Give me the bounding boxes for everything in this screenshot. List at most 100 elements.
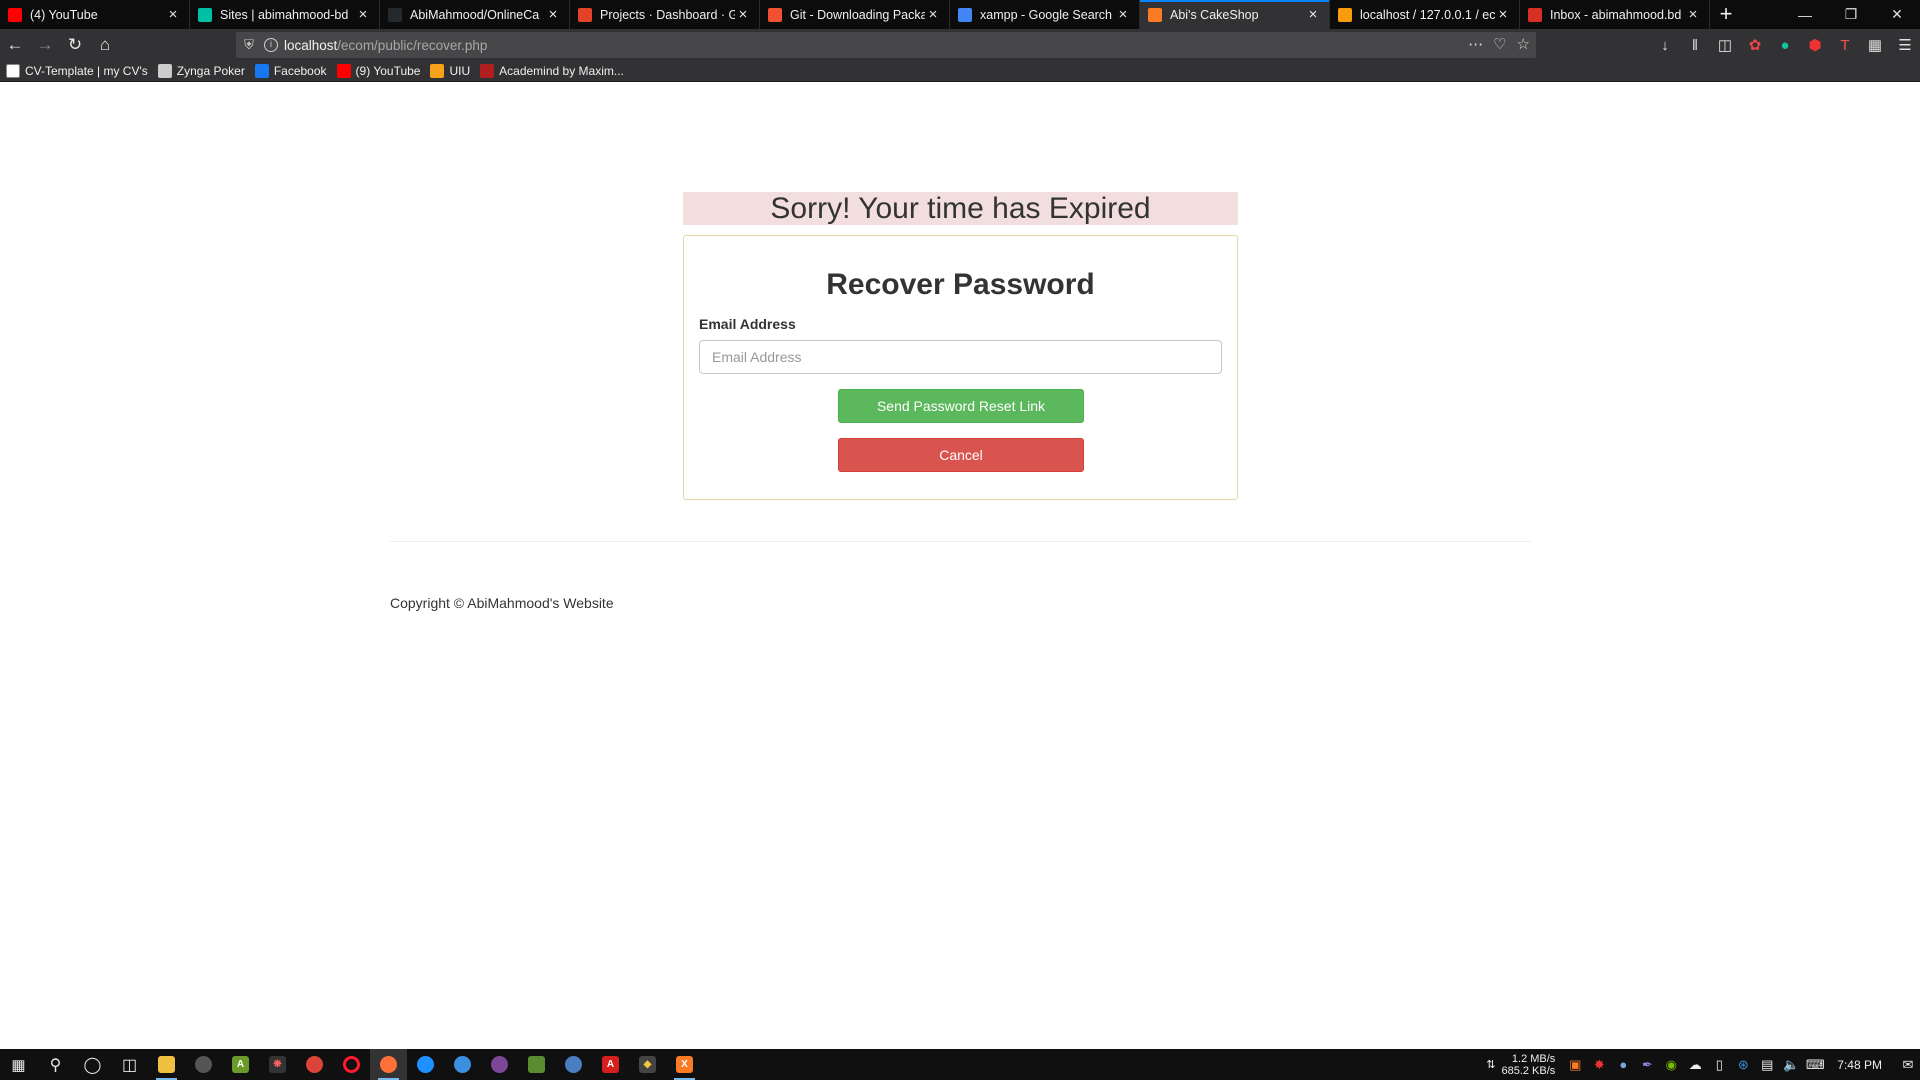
chrome-icon[interactable] <box>296 1049 333 1080</box>
translate-icon[interactable]: T <box>1830 32 1860 58</box>
close-tab-icon[interactable]: × <box>1685 6 1701 23</box>
pocket-icon[interactable]: ♡ <box>1493 35 1506 53</box>
opera-icon[interactable] <box>333 1049 370 1080</box>
git-app-icon[interactable]: ◆ <box>629 1049 666 1080</box>
search-icon[interactable]: ⚲ <box>37 1049 74 1080</box>
keyboard-tray-icon[interactable]: ⌨ <box>1803 1049 1827 1080</box>
close-window-icon[interactable]: ✕ <box>1874 0 1920 29</box>
cancel-button[interactable]: Cancel <box>838 438 1084 472</box>
reload-icon[interactable]: ↻ <box>60 31 90 59</box>
close-tab-icon[interactable]: × <box>165 6 181 23</box>
cortana-icon[interactable]: ◯ <box>74 1049 111 1080</box>
page-title: Recover Password <box>826 268 1095 301</box>
email-field[interactable] <box>699 340 1222 374</box>
minimize-icon[interactable]: — <box>1782 0 1828 29</box>
nvidia-tray-icon[interactable]: ◉ <box>1659 1049 1683 1080</box>
usb-tray-icon[interactable]: ▯ <box>1707 1049 1731 1080</box>
adblock-icon[interactable]: ⬢ <box>1800 32 1830 58</box>
tor-icon[interactable] <box>481 1049 518 1080</box>
firefox-icon[interactable] <box>370 1049 407 1080</box>
bookmark-item[interactable]: CV-Template | my CV's <box>6 64 148 78</box>
virus-tray-icon[interactable]: ✸ <box>1587 1049 1611 1080</box>
bookmark-item[interactable]: Academind by Maxim... <box>480 64 624 78</box>
email-label: Email Address <box>699 316 796 332</box>
pen-tray-icon[interactable]: ✒ <box>1635 1049 1659 1080</box>
back-icon[interactable]: ← <box>0 31 30 59</box>
close-tab-icon[interactable]: × <box>355 6 371 23</box>
acrobat-icon[interactable]: A <box>592 1049 629 1080</box>
browser-tab[interactable]: AbiMahmood/OnlineCa × <box>380 0 570 29</box>
bookmark-item[interactable]: Facebook <box>254 64 327 78</box>
task-view-icon[interactable]: ◫ <box>111 1049 148 1080</box>
taskbar: ▦ ⚲ ◯ ◫ A ❋ A ◆ X ⇅ 1.2 MB/s 685.2 KB/s … <box>0 1049 1920 1080</box>
grammarly-icon[interactable]: ● <box>1770 32 1800 58</box>
bookmark-item[interactable]: Zynga Poker <box>157 64 245 78</box>
footer-divider <box>390 541 1531 542</box>
tracking-shield-icon[interactable]: ⛨ <box>236 37 262 53</box>
browser-tab[interactable]: (4) YouTube × <box>0 0 190 29</box>
browser-tab[interactable]: Abi's CakeShop × <box>1140 0 1330 29</box>
extension-icon[interactable]: ✿ <box>1740 32 1770 58</box>
cloud-tray-icon[interactable]: ☁ <box>1683 1049 1707 1080</box>
start-windows-icon[interactable]: ▦ <box>0 1049 37 1080</box>
bluetooth-tray-icon[interactable]: ⊛ <box>1731 1049 1755 1080</box>
globe-icon <box>157 64 172 78</box>
browser-icon[interactable] <box>444 1049 481 1080</box>
phpmyadmin-icon <box>1338 7 1352 22</box>
menu-icon[interactable]: ☰ <box>1890 32 1920 58</box>
tab-title: localhost / 127.0.0.1 / ec <box>1360 7 1495 22</box>
new-tab-button[interactable]: + <box>1710 0 1742 29</box>
forward-icon[interactable]: → <box>30 31 60 59</box>
bookmarks-bar: CV-Template | my CV's Zynga Poker Facebook… <box>0 61 1920 82</box>
tab-title: Sites | abimahmood-bd <box>220 7 349 22</box>
globe-app-icon[interactable] <box>555 1049 592 1080</box>
volume-tray-icon[interactable]: 🔈 <box>1779 1049 1803 1080</box>
xampp-app-icon[interactable]: X <box>666 1049 703 1080</box>
edge-icon[interactable] <box>407 1049 444 1080</box>
address-bar[interactable]: ⛨ i localhost/ecom/public/recover.php ⋯ … <box>236 32 1536 58</box>
sidebar-icon[interactable]: ◫ <box>1710 32 1740 58</box>
xampp-tray-icon[interactable]: ▣ <box>1563 1049 1587 1080</box>
extensions-grid-icon[interactable]: ▦ <box>1860 32 1890 58</box>
url-path: /ecom/public/recover.php <box>337 37 488 53</box>
bookmark-label: UIU <box>449 64 471 78</box>
close-tab-icon[interactable]: × <box>1495 6 1511 23</box>
navigation-toolbar: ← → ↻ ⌂ ⛨ i localhost/ecom/public/recove… <box>0 29 1920 61</box>
bookmark-item[interactable]: UIU <box>430 64 470 78</box>
close-tab-icon[interactable]: × <box>925 6 941 23</box>
network-tray-icon[interactable]: ▤ <box>1755 1049 1779 1080</box>
download-speed: 1.2 MB/s <box>1511 1052 1556 1065</box>
browser-tab[interactable]: Inbox - abimahmood.bd × <box>1520 0 1710 29</box>
minecraft-icon[interactable] <box>518 1049 555 1080</box>
browser-tab[interactable]: Sites | abimahmood-bd × <box>190 0 380 29</box>
upload-speed: 685.2 KB/s <box>1501 1064 1556 1077</box>
clock[interactable]: 7:48 PM <box>1837 1058 1882 1072</box>
home-icon[interactable]: ⌂ <box>90 31 120 59</box>
restore-icon[interactable]: ❐ <box>1828 0 1874 29</box>
tab-title: Git - Downloading Packa <box>790 7 925 22</box>
davinci-icon[interactable]: ❋ <box>259 1049 296 1080</box>
browser-tab[interactable]: xampp - Google Search × <box>950 0 1140 29</box>
tray-app-icon[interactable]: ● <box>1611 1049 1635 1080</box>
close-tab-icon[interactable]: × <box>735 6 751 23</box>
google-icon <box>958 7 972 22</box>
close-tab-icon[interactable]: × <box>545 6 561 23</box>
close-tab-icon[interactable]: × <box>1115 6 1131 23</box>
close-tab-icon[interactable]: × <box>1305 6 1321 23</box>
send-reset-link-button[interactable]: Send Password Reset Link <box>838 389 1084 423</box>
page-actions-icon[interactable]: ⋯ <box>1468 35 1483 53</box>
app-icon[interactable] <box>185 1049 222 1080</box>
file-explorer-icon[interactable] <box>148 1049 185 1080</box>
bookmark-star-icon[interactable]: ☆ <box>1517 35 1530 53</box>
recover-password-panel: Recover Password Email Address Send Pass… <box>683 235 1238 500</box>
library-icon[interactable]: ‖ <box>1680 32 1710 58</box>
android-studio-icon[interactable]: A <box>222 1049 259 1080</box>
notifications-icon[interactable]: ✉ <box>1896 1049 1920 1080</box>
bookmark-item[interactable]: (9) YouTube <box>336 64 421 78</box>
downloads-icon[interactable]: ↓ <box>1650 32 1680 58</box>
browser-tab[interactable]: Git - Downloading Packa × <box>760 0 950 29</box>
browser-tab[interactable]: Projects · Dashboard · Gi × <box>570 0 760 29</box>
browser-tab[interactable]: localhost / 127.0.0.1 / ec × <box>1330 0 1520 29</box>
bookmark-label: (9) YouTube <box>355 64 421 78</box>
site-info-icon[interactable]: i <box>264 38 278 52</box>
